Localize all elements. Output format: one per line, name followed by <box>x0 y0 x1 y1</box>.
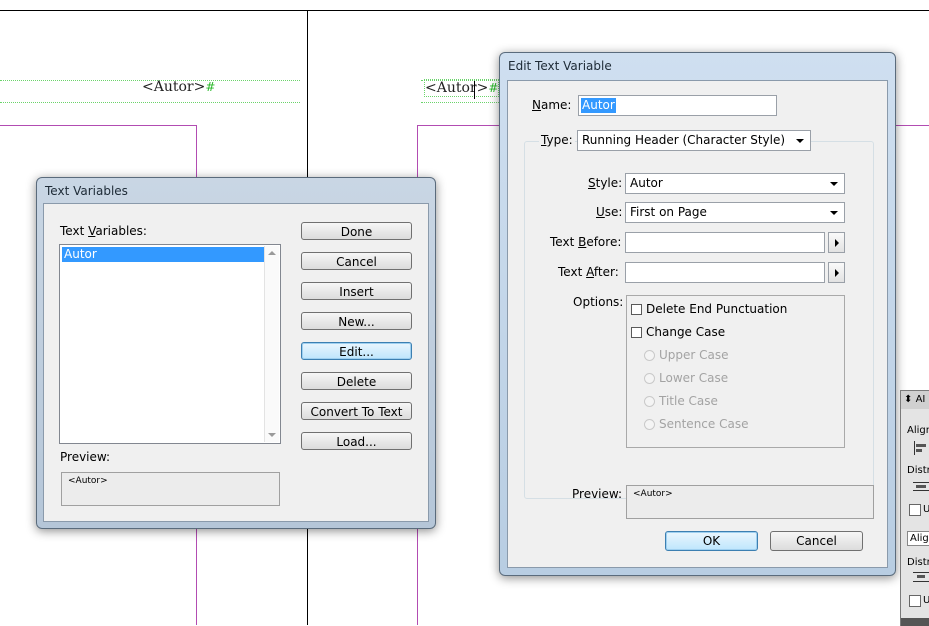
use-dropdown-value: First on Page <box>630 205 707 219</box>
done-button[interactable]: Done <box>301 222 412 240</box>
dialog-body: Name: Autor Type: Running Header (Charac… <box>507 80 888 568</box>
sentence-case-radio[interactable] <box>644 419 655 430</box>
text-after-field[interactable] <box>625 262 825 283</box>
change-case-label: Change Case <box>646 325 726 339</box>
chevron-down-icon <box>830 211 838 215</box>
type-dropdown[interactable]: Running Header (Character Style) <box>577 130 811 151</box>
name-field-value: Autor <box>581 98 616 113</box>
preview-box: <Autor> <box>626 485 874 519</box>
preview-label: Preview: <box>572 487 623 501</box>
text-after-insert-arrow-icon[interactable] <box>828 262 845 283</box>
distribute-spacing-icon[interactable] <box>913 571 929 585</box>
text-variables-list-label: Text Variables: <box>60 224 147 238</box>
ok-button[interactable]: OK <box>665 531 758 551</box>
edit-text-variable-dialog: Edit Text Variable Name: Autor Type: Run… <box>499 52 896 576</box>
use-dropdown[interactable]: First on Page <box>625 202 845 223</box>
header-guide-right-bottom <box>421 102 501 103</box>
text-cursor <box>474 81 475 99</box>
text-after-label: Text After: <box>558 265 619 279</box>
upper-case-label: Upper Case <box>659 348 729 362</box>
margin-guide-left <box>0 125 196 126</box>
options-label: Options: <box>573 295 624 309</box>
dialog-title: Text Variables <box>45 184 128 198</box>
cancel-button[interactable]: Cancel <box>770 531 863 551</box>
margin-guide-far-right <box>894 125 929 126</box>
use-spacing-checkbox[interactable] <box>909 504 921 516</box>
insert-button[interactable]: Insert <box>301 282 412 300</box>
text-before-label: Text Before: <box>550 235 622 249</box>
delete-end-punctuation-checkbox[interactable] <box>631 304 642 315</box>
running-header-right[interactable]: <Autor># <box>424 79 500 97</box>
align-left-icon[interactable] <box>913 441 929 455</box>
align-panel-title[interactable]: ⬍ AI <box>901 391 929 409</box>
align-objects-label: Align <box>907 425 929 436</box>
title-case-label: Title Case <box>659 394 718 408</box>
margin-guide-right <box>417 125 501 126</box>
edit-button[interactable]: Edit... <box>301 342 412 360</box>
dialog-title: Edit Text Variable <box>508 59 612 73</box>
name-label: Name: <box>532 98 572 112</box>
text-variables-list[interactable]: Autor <box>59 244 281 444</box>
header-guide-left-bottom <box>0 102 300 103</box>
chevron-down-icon <box>830 182 838 186</box>
align-to-dropdown[interactable]: Align <box>907 531 929 546</box>
dialog-body: Text Variables: Autor Preview: <Autor> D… <box>43 203 429 522</box>
delete-button[interactable]: Delete <box>301 372 412 390</box>
name-field[interactable]: Autor <box>578 95 777 116</box>
scroll-down-icon[interactable] <box>268 433 276 437</box>
distribute-top-icon[interactable] <box>913 481 929 495</box>
lower-case-radio[interactable] <box>644 373 655 384</box>
style-label: Style: <box>588 176 623 190</box>
page-top-edge <box>0 10 929 11</box>
style-dropdown[interactable]: Autor <box>625 173 845 194</box>
preview-label: Preview: <box>60 450 111 464</box>
distribute-objects-label: Distri <box>907 465 929 476</box>
preview-box: <Autor> <box>61 472 280 506</box>
upper-case-radio[interactable] <box>644 350 655 361</box>
delete-end-punctuation-label: Delete End Punctuation <box>646 302 788 316</box>
use-label: Use: <box>596 205 623 219</box>
text-before-field[interactable] <box>625 232 825 253</box>
sentence-case-label: Sentence Case <box>659 417 749 431</box>
title-case-radio[interactable] <box>644 396 655 407</box>
new-button[interactable]: New... <box>301 312 412 330</box>
pilcrow-mark: # <box>205 80 216 94</box>
running-header-left[interactable]: <Autor># <box>142 79 215 95</box>
align-panel: ⬍ AI Align Distri U Align Distri U <box>900 390 929 626</box>
text-variables-dialog: Text Variables Text Variables: Autor Pre… <box>36 177 436 529</box>
text-before-insert-arrow-icon[interactable] <box>828 232 845 253</box>
cancel-button[interactable]: Cancel <box>301 252 412 270</box>
distribute-spacing-label: Distri <box>907 557 929 568</box>
change-case-checkbox[interactable] <box>631 327 642 338</box>
use-spacing-label: U <box>923 504 929 515</box>
scroll-up-icon[interactable] <box>268 251 276 255</box>
options-box: Delete End Punctuation Change Case Upper… <box>626 295 845 448</box>
load-button[interactable]: Load... <box>301 432 412 450</box>
lower-case-label: Lower Case <box>659 371 729 385</box>
style-dropdown-value: Autor <box>630 176 663 190</box>
type-dropdown-value: Running Header (Character Style) <box>582 133 786 147</box>
type-label: Type: <box>539 133 575 147</box>
pilcrow-mark: # <box>488 81 499 95</box>
use-spacing-checkbox-2[interactable] <box>909 595 921 607</box>
list-item[interactable]: Autor <box>62 247 264 262</box>
use-spacing-label-2: U <box>923 595 929 606</box>
convert-to-text-button[interactable]: Convert To Text <box>301 402 412 420</box>
chevron-down-icon <box>796 139 804 143</box>
list-scrollbar[interactable] <box>264 246 279 442</box>
